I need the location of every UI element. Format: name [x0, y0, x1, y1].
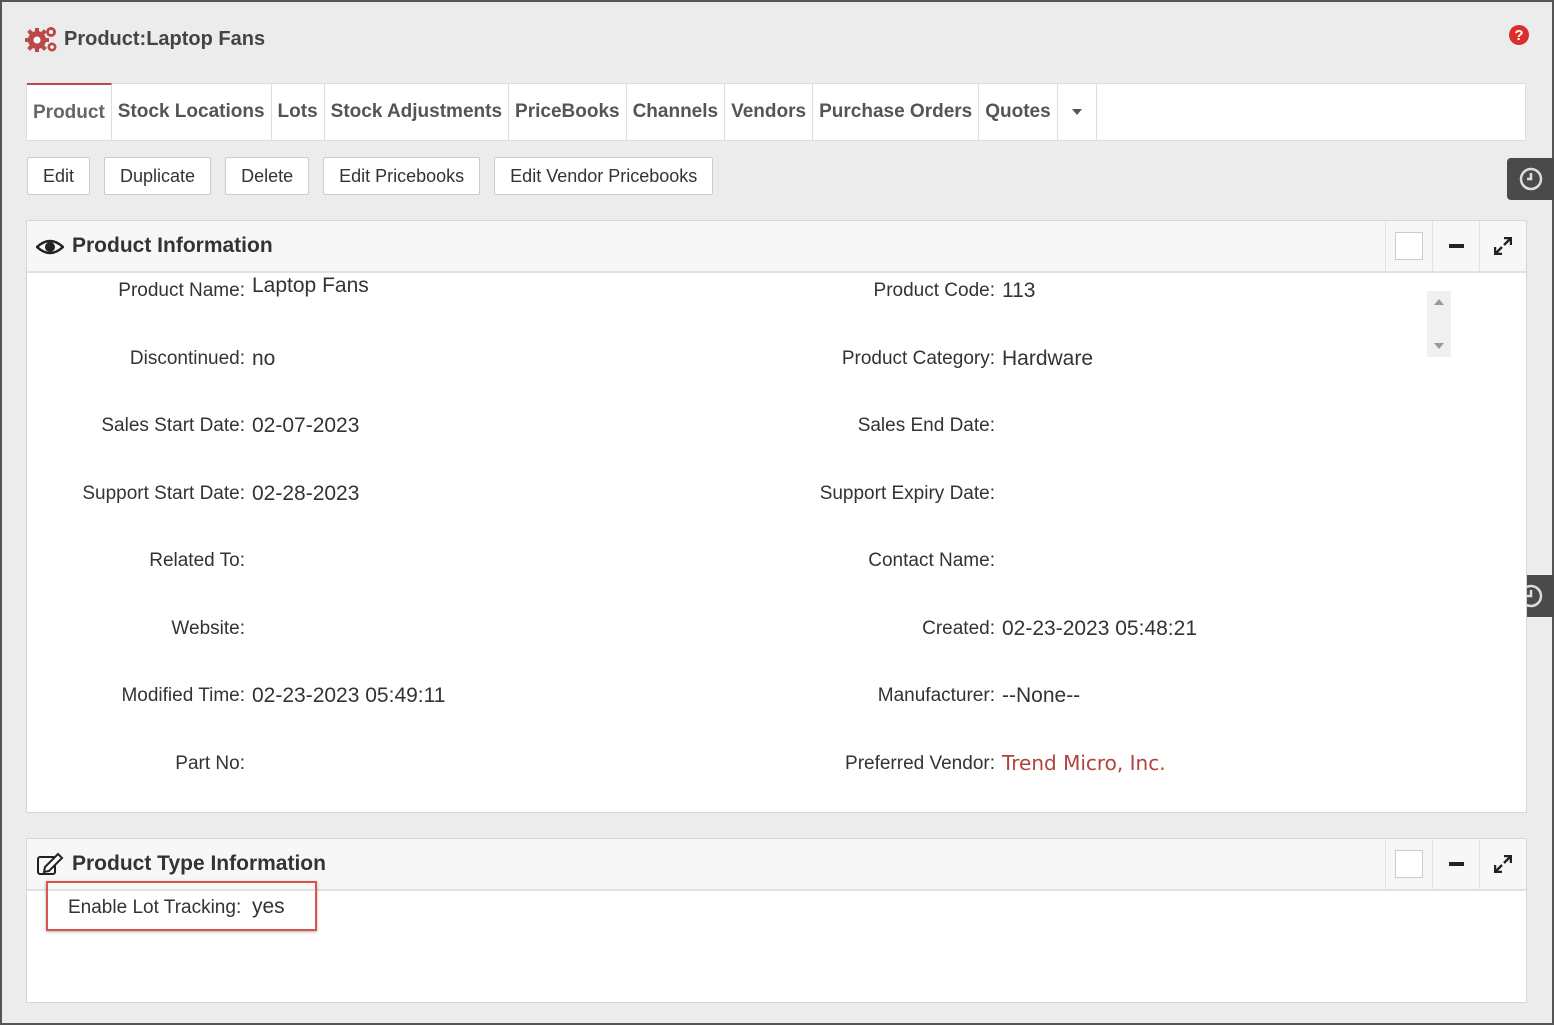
- sales-start-date-value: 02-07-2023: [252, 414, 360, 437]
- field-label: Modified Time:: [121, 685, 245, 706]
- expand-button[interactable]: [1479, 221, 1526, 271]
- tab-label: Purchase Orders: [819, 101, 973, 122]
- checkbox-square: [1395, 232, 1423, 260]
- clock-icon: [1519, 167, 1542, 191]
- scroll-up-arrow-icon[interactable]: [1434, 299, 1444, 305]
- tab-product[interactable]: Product: [27, 83, 112, 140]
- collapse-button[interactable]: [1432, 839, 1479, 889]
- checkbox-square: [1395, 850, 1423, 878]
- category-scrollbar[interactable]: [1427, 291, 1451, 357]
- tab-label: Stock Adjustments: [330, 101, 503, 122]
- preferred-vendor-link[interactable]: Trend Micro, Inc.: [1002, 751, 1166, 775]
- page-title: Product:Laptop Fans: [64, 27, 266, 50]
- delete-button[interactable]: Delete: [225, 157, 310, 195]
- tab-vendors[interactable]: Vendors: [725, 84, 814, 140]
- expand-button[interactable]: [1479, 839, 1526, 889]
- edit-icon: [37, 852, 64, 875]
- minus-icon: [1448, 244, 1464, 248]
- enable-lot-tracking-value: yes: [252, 895, 285, 918]
- action-toolbar: Edit Duplicate Delete Edit Pricebooks Ed…: [27, 157, 727, 195]
- field-label: Preferred Vendor:: [845, 753, 995, 774]
- expand-icon: [1494, 855, 1512, 873]
- select-checkbox[interactable]: [1385, 839, 1432, 889]
- expand-icon: [1494, 237, 1512, 255]
- minus-icon: [1448, 862, 1464, 866]
- gears-icon: [25, 27, 57, 52]
- tab-purchase-orders[interactable]: Purchase Orders: [813, 84, 980, 140]
- tab-bar: Product Stock Locations Lots Stock Adjus…: [26, 83, 1526, 141]
- field-label: Product Category:: [841, 348, 995, 369]
- tab-label: PriceBooks: [515, 101, 620, 122]
- modified-time-value: 02-23-2023 05:49:11: [252, 684, 446, 707]
- field-label: Manufacturer:: [877, 685, 995, 706]
- product-code-value: 113: [1002, 279, 1036, 302]
- field-label: Related To:: [149, 550, 245, 571]
- edit-pricebooks-button[interactable]: Edit Pricebooks: [323, 157, 481, 195]
- page-header: Product:Laptop Fans: [24, 22, 265, 56]
- tab-channels[interactable]: Channels: [627, 84, 726, 140]
- tab-label: Stock Locations: [117, 101, 265, 122]
- tab-stock-locations[interactable]: Stock Locations: [112, 84, 272, 140]
- product-category-value: Hardware: [1002, 347, 1094, 370]
- panel-header: Product Information: [27, 221, 1526, 273]
- panel-title: Product Information: [72, 234, 273, 257]
- collapse-button[interactable]: [1432, 221, 1479, 271]
- scroll-down-arrow-icon[interactable]: [1434, 343, 1444, 349]
- tab-label: Quotes: [985, 101, 1051, 122]
- caret-down-icon: [1071, 109, 1082, 115]
- help-icon[interactable]: ?: [1508, 24, 1530, 46]
- select-checkbox[interactable]: [1385, 221, 1432, 271]
- support-start-date-value: 02-28-2023: [252, 482, 360, 505]
- field-label: Discontinued:: [129, 348, 245, 369]
- tab-label: Channels: [632, 101, 719, 122]
- tab-pricebooks[interactable]: PriceBooks: [509, 84, 627, 140]
- field-label: Support Expiry Date:: [819, 483, 995, 504]
- tab-quotes[interactable]: Quotes: [979, 84, 1058, 140]
- field-label: Support Start Date:: [82, 483, 245, 504]
- product-type-information-panel: Product Type Information Enable Lot Trac…: [26, 838, 1527, 1003]
- eye-icon: [36, 239, 64, 255]
- edit-button[interactable]: Edit: [27, 157, 91, 195]
- product-name-value: Laptop Fans: [252, 274, 369, 297]
- field-label: Part No:: [175, 753, 245, 774]
- duplicate-button[interactable]: Duplicate: [104, 157, 212, 195]
- history-toggle[interactable]: [1507, 158, 1554, 200]
- discontinued-value: no: [252, 347, 276, 370]
- edit-vendor-pricebooks-button[interactable]: Edit Vendor Pricebooks: [494, 157, 714, 195]
- enable-lot-tracking-label: Enable Lot Tracking:: [68, 897, 242, 918]
- tab-lots[interactable]: Lots: [272, 84, 325, 140]
- tab-label: Product: [33, 101, 105, 123]
- more-tabs-dropdown[interactable]: [1058, 84, 1097, 140]
- field-label: Sales Start Date:: [101, 415, 245, 436]
- product-information-panel: Product Information Product Name: Laptop…: [26, 220, 1527, 813]
- tab-stock-adjustments[interactable]: Stock Adjustments: [325, 84, 510, 140]
- tab-label: Vendors: [731, 101, 807, 122]
- field-label: Product Name:: [118, 280, 245, 301]
- created-value: 02-23-2023 05:48:21: [1002, 617, 1197, 640]
- field-label: Sales End Date:: [857, 415, 995, 436]
- svg-text:?: ?: [1514, 27, 1523, 44]
- field-label: Product Code:: [873, 280, 995, 301]
- tab-label: Lots: [277, 101, 318, 122]
- panel-title: Product Type Information: [72, 852, 326, 875]
- field-label: Created:: [922, 618, 995, 639]
- manufacturer-value: --None--: [1002, 684, 1081, 707]
- field-label: Contact Name:: [868, 550, 995, 571]
- field-label: Website:: [171, 618, 245, 639]
